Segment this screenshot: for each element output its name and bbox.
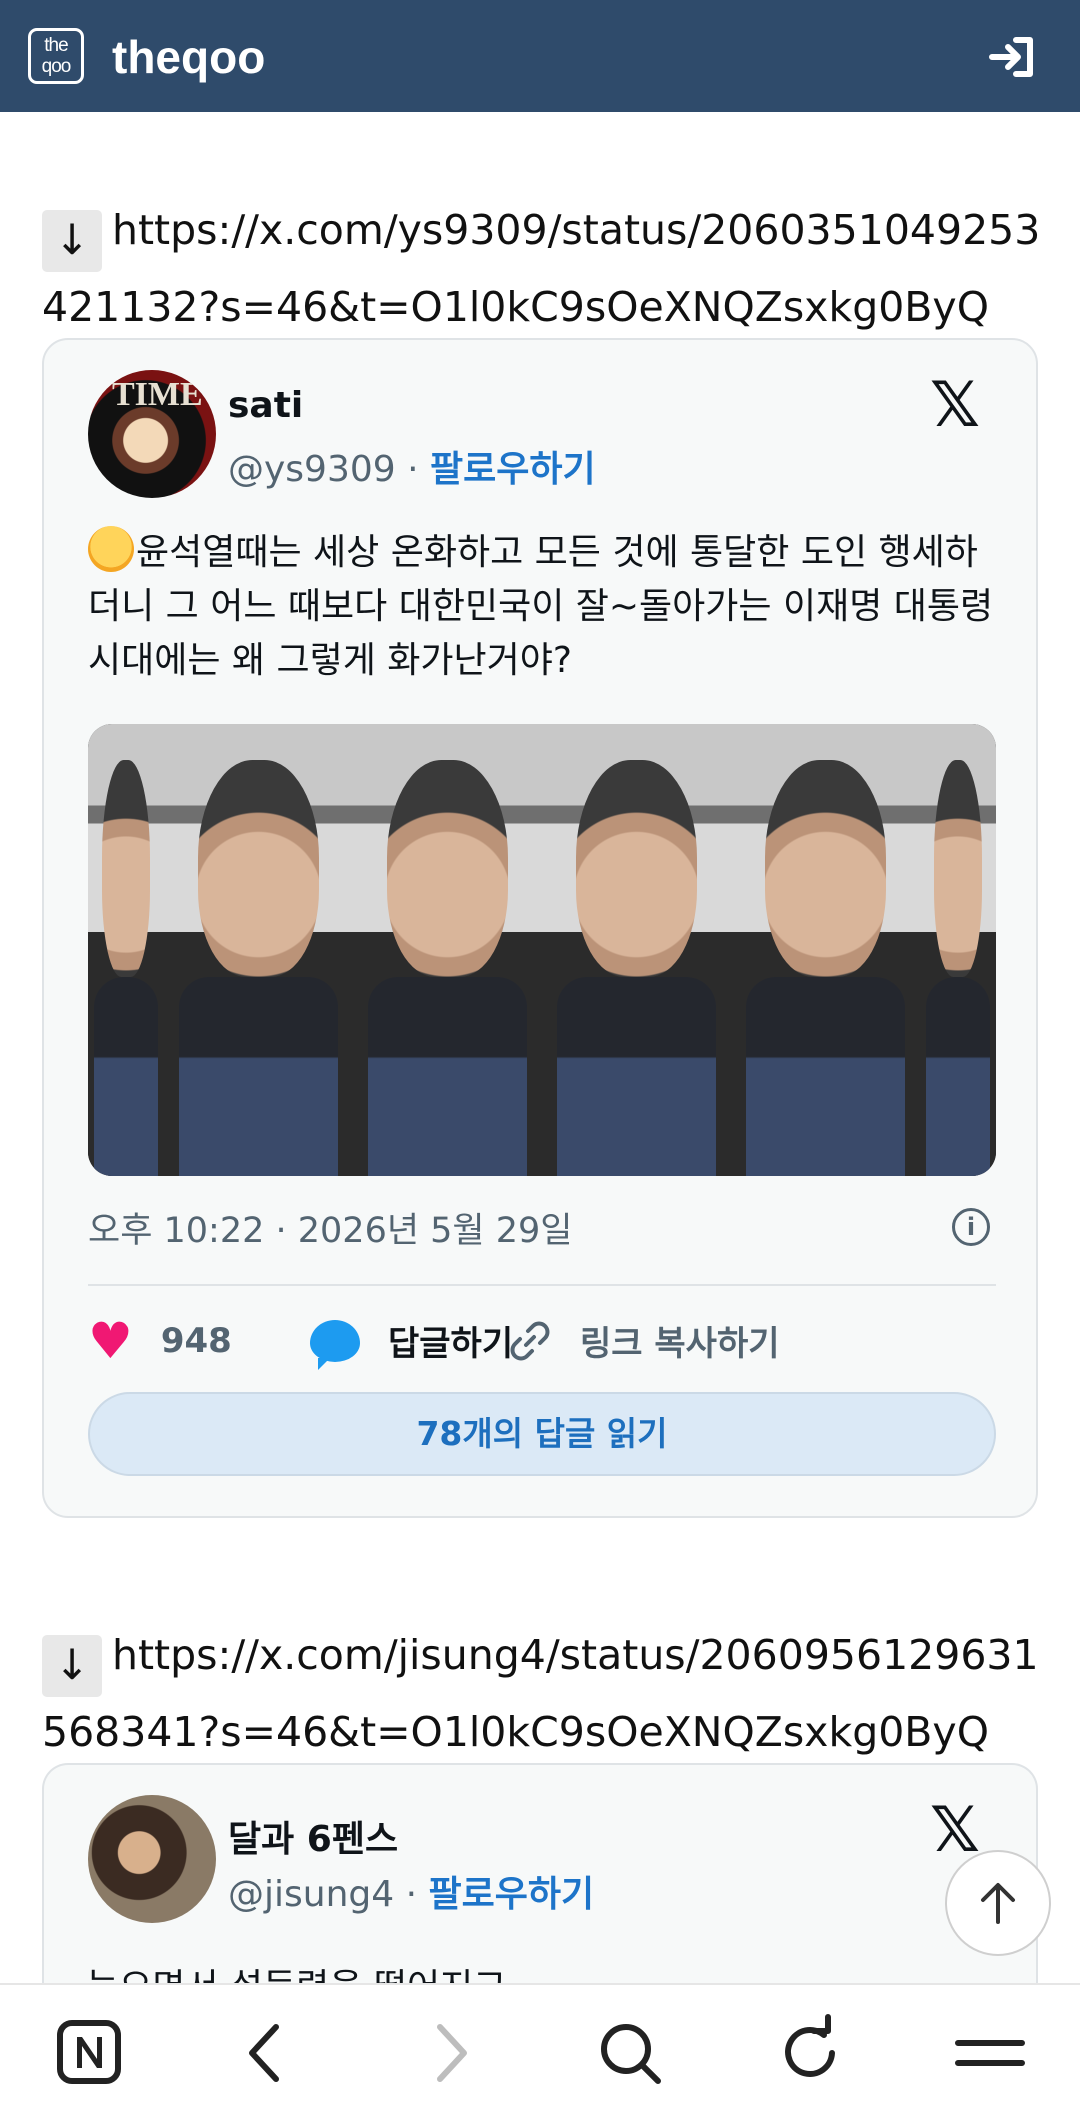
- avatar[interactable]: [88, 1795, 216, 1923]
- login-arrow-icon[interactable]: [988, 36, 1036, 78]
- follow-button[interactable]: 팔로우하기: [430, 449, 596, 490]
- copy-link-button[interactable]: 링크 복사하기: [508, 1316, 780, 1365]
- avatar[interactable]: [88, 370, 216, 498]
- reply-label: 답글하기: [388, 1324, 514, 1364]
- tweet-author-name[interactable]: 달과 6펜스: [228, 1810, 398, 1862]
- back-button[interactable]: [228, 2013, 308, 2093]
- post-link-2[interactable]: ↓ https://x.com/jisung4/status/2060956129…: [42, 1620, 1042, 1768]
- post-link-1[interactable]: ↓ https://x.com/ys9309/status/20603510492…: [42, 195, 1042, 343]
- x-logo-icon[interactable]: 𝕏: [930, 374, 992, 436]
- x-logo-icon[interactable]: 𝕏: [930, 1799, 992, 1861]
- media-frame: [920, 724, 996, 1176]
- divider: [88, 1284, 996, 1286]
- refresh-button[interactable]: [770, 2013, 850, 2093]
- media-frame: [542, 724, 732, 1176]
- like-count: 948: [160, 1321, 232, 1361]
- tweet-text: 윤석열때는 세상 온화하고 모든 것에 통달한 도인 행세하더니 그 어느 때보…: [88, 526, 1008, 688]
- back-chevron-icon: [249, 2024, 279, 2082]
- separator: ·: [407, 449, 419, 490]
- brand-name[interactable]: theqoo: [112, 30, 265, 84]
- arrow-up-icon: [981, 1883, 1015, 1924]
- logo-text: the qoo: [41, 35, 72, 77]
- copy-link-label: 링크 복사하기: [580, 1324, 780, 1364]
- theqoo-logo[interactable]: the qoo: [28, 28, 84, 84]
- forward-chevron-icon: [437, 2024, 467, 2082]
- chain-link-icon: [510, 1321, 550, 1360]
- follow-button[interactable]: 팔로우하기: [429, 1874, 595, 1915]
- media-frame: [731, 724, 921, 1176]
- menu-icon: [955, 2040, 1025, 2066]
- forward-button[interactable]: [410, 2013, 490, 2093]
- tweet-handle-row: @jisung4 · 팔로우하기: [228, 1865, 594, 1917]
- media-frame: [352, 724, 543, 1176]
- search-button[interactable]: [590, 2013, 670, 2093]
- read-replies-button[interactable]: 78개의 답글 읽기: [88, 1392, 996, 1476]
- tweet-timestamp[interactable]: 오후 10:22 · 2026년 5월 29일: [88, 1211, 573, 1251]
- tweet-meta-row: 오후 10:22 · 2026년 5월 29일 i: [88, 1202, 996, 1252]
- tweet-media-image[interactable]: [88, 724, 996, 1176]
- tweet-body: 윤석열때는 세상 온화하고 모든 것에 통달한 도인 행세하더니 그 어느 때보…: [88, 532, 994, 681]
- link-url[interactable]: https://x.com/ys9309/status/206035104925…: [42, 206, 1040, 331]
- tweet-handle-row: @ys9309 · 팔로우하기: [228, 440, 596, 492]
- like-button[interactable]: ♥ 948: [88, 1316, 232, 1366]
- menu-button[interactable]: [950, 2013, 1030, 2093]
- down-arrow-icon: ↓: [42, 210, 102, 272]
- tweet-author-name[interactable]: sati: [228, 385, 303, 426]
- tweet-handle[interactable]: @jisung4: [228, 1874, 394, 1915]
- tweet-actions: ♥ 948 답글하기 링크 복사하기: [88, 1302, 996, 1386]
- speech-bubble-icon: [310, 1319, 360, 1370]
- scroll-to-top-button[interactable]: [945, 1850, 1051, 1956]
- media-frame: [88, 724, 164, 1176]
- tweet-embed-card[interactable]: sati @ys9309 · 팔로우하기 𝕏 윤석열때는 세상 온화하고 모든 …: [42, 338, 1038, 1518]
- top-bar: the qoo theqoo: [0, 0, 1080, 112]
- refresh-icon: [785, 2014, 835, 2077]
- info-icon[interactable]: i: [952, 1208, 990, 1246]
- tweet-handle[interactable]: @ys9309: [228, 449, 396, 490]
- heart-icon: ♥: [88, 1312, 133, 1370]
- reply-button[interactable]: 답글하기: [310, 1316, 514, 1370]
- media-frame: [163, 724, 353, 1176]
- browser-bottom-bar: [0, 1983, 1080, 2121]
- naver-n-icon: [57, 2020, 121, 2084]
- thinking-face-emoji-icon: [88, 526, 134, 572]
- down-arrow-icon: ↓: [42, 1635, 102, 1697]
- search-icon: [601, 2024, 661, 2084]
- naver-home-button[interactable]: [50, 2013, 130, 2093]
- link-url[interactable]: https://x.com/jisung4/status/20609561296…: [42, 1631, 1039, 1756]
- separator: ·: [405, 1874, 418, 1915]
